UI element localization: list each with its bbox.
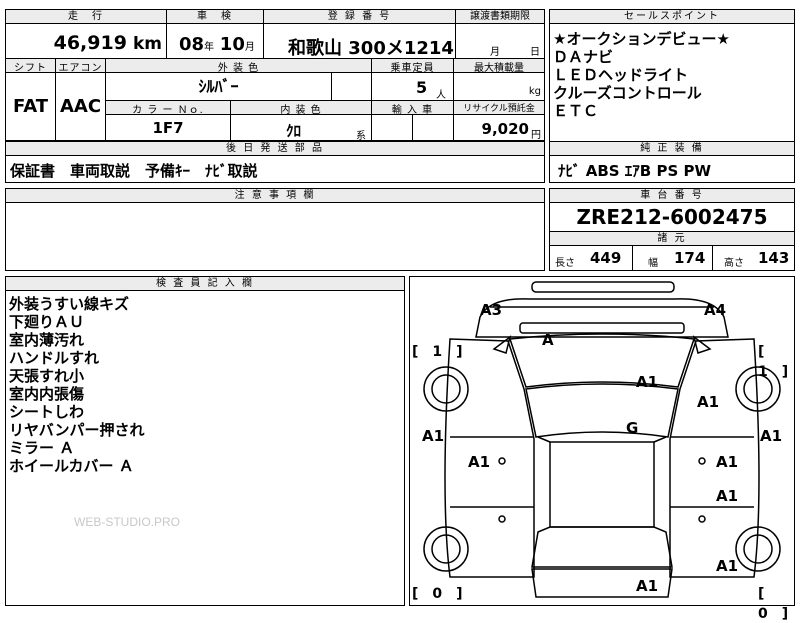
- registration-value: 和歌山 300メ1214: [288, 38, 454, 59]
- inspector-note: シートしわ: [9, 403, 85, 421]
- chassis-value: ZRE212-6002475: [576, 205, 768, 229]
- registration-label: 登 録 番 号: [264, 10, 455, 24]
- genuine-equipment-value: ﾅﾋﾞ ABS ｴｱB PS PW: [558, 162, 712, 180]
- genuine-equipment-box: 純 正 装 備 ﾅﾋﾞ ABS ｴｱB PS PW: [549, 141, 795, 183]
- tire-bracket: [ 1 ]: [412, 344, 463, 360]
- damage-mark: A1: [636, 577, 659, 595]
- damage-mark: A1: [697, 393, 720, 411]
- inspector-note: リヤバンパー押され: [9, 421, 145, 439]
- transfer-day-unit: 日: [530, 47, 540, 58]
- damage-mark: A1: [716, 453, 739, 471]
- inspector-box: 検 査 員 記 入 欄 外装うすい線キズ 下廻りＡＵ 室内薄汚れ ハンドルすれ …: [5, 276, 405, 606]
- sales-point-item: ＬＥＤヘッドライト: [553, 66, 689, 84]
- color-no-label: カ ラ ー Ｎｏ.: [106, 101, 231, 116]
- interior-color-value: ｸﾛ: [286, 122, 302, 140]
- interior-color-unit: 系: [356, 131, 366, 142]
- inspection-year: 08: [179, 34, 205, 55]
- chassis-label: 車 台 番 号: [550, 189, 794, 203]
- registration-box: 登 録 番 号 和歌山 300メ1214: [263, 9, 456, 59]
- max-load-label: 最大積載量: [454, 59, 544, 74]
- later-parts-label: 後 日 発 送 部 品: [6, 142, 544, 156]
- inspector-note: 外装うすい線キズ: [9, 295, 130, 313]
- watermark: WEB-STUDIO.PRO: [74, 515, 181, 529]
- notes-box: 注 意 事 項 欄: [5, 188, 545, 271]
- ac-label: エアコン: [56, 59, 106, 74]
- import-label: 輸 入 車: [372, 101, 454, 116]
- mileage-value: 46,919: [53, 32, 127, 54]
- inspection-month: 10: [219, 34, 245, 55]
- sales-points-box: セールスポイント ★オークションデビュー★ ＤＡナビ ＬＥＤヘッドライト クルー…: [549, 9, 795, 142]
- width-value: 174: [674, 249, 706, 267]
- inspector-note: ホイールカバー Ａ: [9, 457, 134, 475]
- inspector-label: 検 査 員 記 入 欄: [6, 277, 404, 291]
- exterior-color-value: ｼﾙﾊﾞｰ: [106, 73, 332, 101]
- damage-mark: A1: [760, 427, 783, 445]
- capacity-label: 乗車定員: [372, 59, 454, 74]
- color-no-value: 1F7: [106, 115, 231, 141]
- transfer-month-unit: 月: [490, 47, 500, 58]
- mileage-label: 走 行: [6, 10, 166, 24]
- later-parts-value: 保証書 車両取説 予備ｷｰ ﾅﾋﾞ取説: [10, 162, 258, 180]
- inspector-note: 下廻りＡＵ: [9, 313, 85, 331]
- damage-mark: A1: [636, 373, 659, 391]
- capacity-unit: 人: [436, 90, 446, 101]
- tire-bracket: [ 1 ]: [758, 344, 789, 380]
- sales-point-item: ＤＡナビ: [553, 48, 614, 66]
- shift-label: シフト: [6, 59, 56, 74]
- damage-mark: A1: [716, 557, 739, 575]
- genuine-equipment-label: 純 正 装 備: [550, 142, 794, 156]
- inspector-note: 室内内張傷: [9, 385, 85, 403]
- inspector-note: ハンドルすれ: [9, 349, 100, 367]
- exterior-color-label: 外 装 色: [106, 59, 372, 74]
- height-label: 高さ: [724, 258, 744, 269]
- recycle-unit: 円: [531, 130, 541, 141]
- recycle-value: 9,020: [481, 120, 529, 138]
- interior-color-label: 内 装 色: [231, 101, 372, 116]
- sales-point-item: ＥＴＣ: [553, 102, 599, 120]
- car-diagram-box: A3 A4 A A1 A1 G A1 A1 A1 A1 A1 A1 A1 [ 1…: [409, 276, 795, 622]
- ac-value: AAC: [56, 73, 106, 141]
- width-label: 幅: [648, 258, 658, 269]
- tire-bracket: [ 0 ]: [758, 586, 789, 622]
- transfer-label: 譲渡書類期限: [456, 10, 544, 24]
- specs-label: 諸 元: [550, 231, 794, 246]
- car-outline: [423, 281, 781, 598]
- damage-mark: A1: [422, 427, 445, 445]
- shift-value: FAT: [6, 73, 56, 141]
- capacity-value: 5: [416, 78, 428, 97]
- length-value: 449: [590, 249, 622, 267]
- inspection-year-unit: 年: [204, 42, 215, 53]
- damage-mark: A1: [716, 487, 739, 505]
- transfer-box: 譲渡書類期限 月 日: [455, 9, 545, 59]
- notes-label: 注 意 事 項 欄: [6, 189, 544, 203]
- recycle-label: リサイクル預託金: [454, 101, 544, 115]
- damage-mark: A4: [704, 301, 727, 319]
- mileage-unit: km: [132, 34, 162, 54]
- vehicle-info-box: シフト FAT エアコン AAC 外 装 色 ｼﾙﾊﾞｰ 乗車定員 5 人 最大…: [5, 58, 545, 142]
- sales-point-item: ★オークションデビュー★: [553, 30, 730, 48]
- damage-mark: G: [626, 419, 639, 437]
- inspector-note: 室内薄汚れ: [9, 331, 85, 349]
- length-label: 長さ: [555, 258, 575, 269]
- inspection-month-unit: 月: [244, 42, 255, 53]
- sales-points-label: セールスポイント: [550, 10, 794, 24]
- tire-bracket: [ 0 ]: [412, 586, 463, 602]
- damage-mark: A3: [480, 301, 503, 319]
- max-load-unit: kg: [528, 86, 541, 97]
- sales-point-item: クルーズコントロール: [553, 84, 702, 102]
- inspection-label: 車 検: [167, 10, 263, 24]
- damage-mark: A: [542, 331, 554, 349]
- chassis-specs-box: 車 台 番 号 ZRE212-6002475 諸 元 長さ 449 幅 174 …: [549, 188, 795, 271]
- inspector-note: ミラー Ａ: [9, 439, 75, 457]
- height-value: 143: [758, 249, 790, 267]
- inspection-box: 車 検 08年 10月: [166, 9, 264, 59]
- inspector-note: 天張すれ小: [9, 367, 85, 385]
- mileage-box: 走 行 46,919 km: [5, 9, 167, 59]
- damage-mark: A1: [468, 453, 491, 471]
- later-parts-box: 後 日 発 送 部 品 保証書 車両取説 予備ｷｰ ﾅﾋﾞ取説: [5, 141, 545, 183]
